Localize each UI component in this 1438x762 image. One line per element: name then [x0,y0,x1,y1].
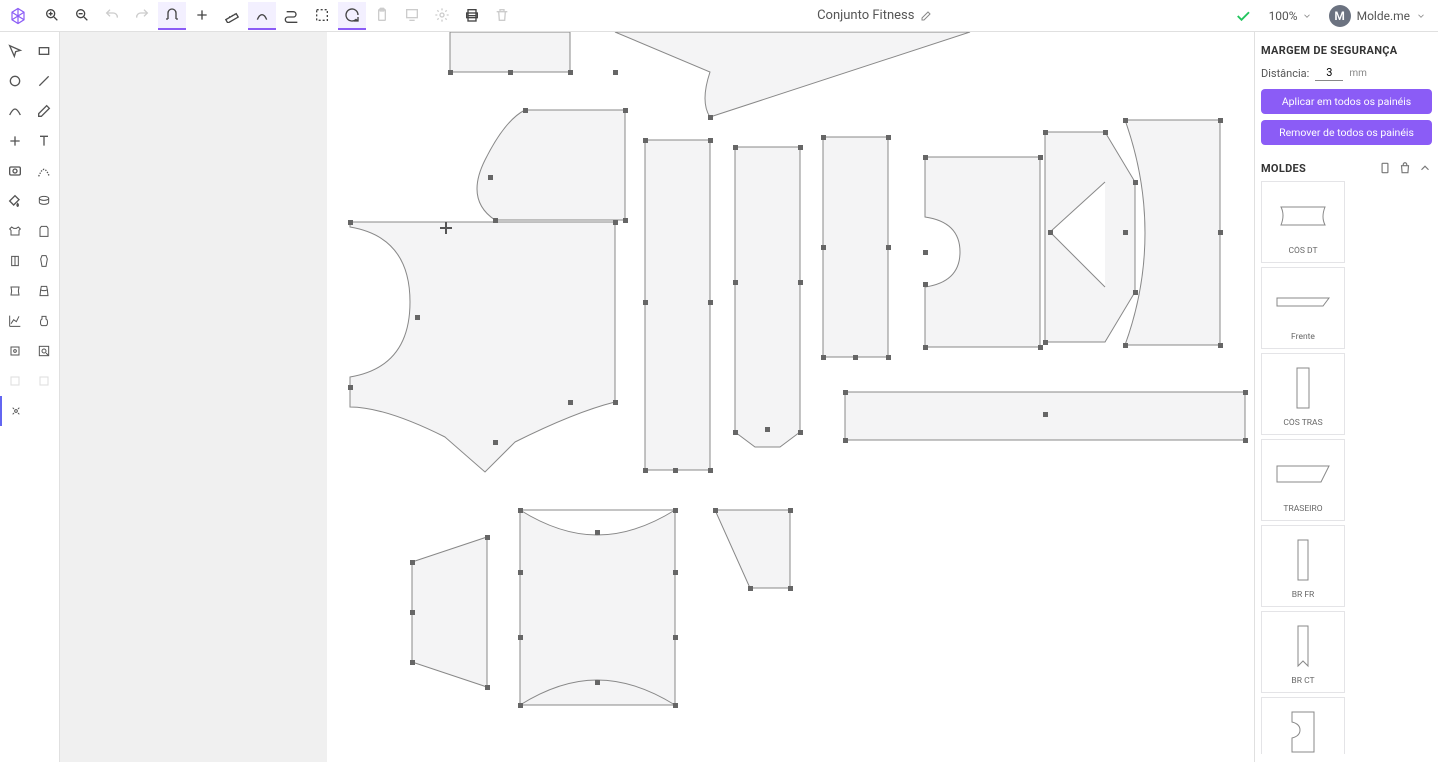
line-tool[interactable] [30,66,60,96]
chevron-down-icon [1302,11,1312,21]
garment-tool-6[interactable] [30,276,60,306]
curve-tool[interactable] [0,96,30,126]
undo-button[interactable] [98,2,126,30]
export-button[interactable] [398,2,426,30]
select-area-button[interactable] [308,2,336,30]
molde-card[interactable]: CÓS DT [1261,181,1345,263]
graph-tool[interactable] [0,306,30,336]
molde-card[interactable]: COSTAS [1261,697,1345,754]
molde-card[interactable]: BR FR [1261,525,1345,607]
document-title[interactable]: Conjunto Fitness [817,8,932,23]
text-tool[interactable] [30,126,60,156]
print-button[interactable] [458,2,486,30]
molde-card[interactable]: Frente [1261,267,1345,349]
garment-tool-8[interactable] [0,336,30,366]
rectangle-tool[interactable] [30,36,60,66]
molde-card[interactable]: BR CT [1261,611,1345,693]
molde-card[interactable]: TRASEIRO [1261,439,1345,521]
distance-label: Distância: [1261,67,1309,80]
snap-button[interactable] [158,2,186,30]
clipboard-button[interactable] [368,2,396,30]
top-toolbar: Conjunto Fitness 100% M Molde.me [0,0,1438,32]
garment-tool-5[interactable] [0,276,30,306]
user-name: Molde.me [1357,9,1410,23]
zoom-out-button[interactable] [68,2,96,30]
special-tool[interactable] [0,396,30,426]
saved-check-icon [1234,7,1252,25]
user-menu[interactable]: M Molde.me [1329,5,1426,27]
garment-tool-3[interactable] [0,246,30,276]
section-title-moldes: MOLDES [1261,162,1372,175]
patterns-layer [60,32,1254,762]
garment-tool-2[interactable] [30,216,60,246]
garment-tool-4[interactable] [30,246,60,276]
fill-tool[interactable] [0,186,30,216]
redo-button[interactable] [128,2,156,30]
zoom-select[interactable]: 100% [1262,6,1319,26]
app-logo [8,6,28,26]
edge-button[interactable] [248,2,276,30]
garment-tool-7[interactable] [30,306,60,336]
distance-input[interactable] [1315,65,1343,81]
apply-all-button[interactable]: Aplicar em todos os painéis [1261,89,1432,114]
ellipse-tool[interactable] [0,66,30,96]
delete-button[interactable] [488,2,516,30]
add-tool[interactable] [0,126,30,156]
image-tool[interactable] [0,156,30,186]
empty-tool-2 [30,366,60,396]
vector-tool[interactable] [30,156,60,186]
zoom-in-button[interactable] [38,2,66,30]
avatar: M [1329,5,1351,27]
moldes-collapse-icon[interactable] [1418,161,1432,175]
empty-tool-1 [0,366,30,396]
garment-tool-1[interactable] [0,216,30,246]
path-button[interactable] [278,2,306,30]
select-tool[interactable] [0,36,30,66]
cursor-crosshair [440,222,452,234]
refresh-button[interactable] [338,2,366,30]
right-panel: MARGEM DE SEGURANÇA Distância: mm Aplica… [1254,32,1438,762]
edit-icon [920,10,932,22]
ruler-button[interactable] [218,2,246,30]
ai-button[interactable] [428,2,456,30]
empty-tool-3 [30,396,59,426]
left-toolbar [0,32,60,762]
molde-card[interactable]: CÓS TRAS [1261,353,1345,435]
remove-all-button[interactable]: Remover de todos os painéis [1261,120,1432,145]
add-point-button[interactable] [188,2,216,30]
moldes-clipboard-icon[interactable] [1378,161,1392,175]
moldes-list: CÓS DT Frente CÓS TRAS TRASEIRO BR FR BR… [1261,181,1432,754]
pencil-tool[interactable] [30,96,60,126]
distance-unit: mm [1349,68,1367,79]
document-title-text: Conjunto Fitness [817,8,914,23]
inspect-tool[interactable] [30,336,60,366]
zoom-value: 100% [1269,9,1298,23]
chevron-down-icon [1416,11,1426,21]
section-title-margin: MARGEM DE SEGURANÇA [1261,44,1432,57]
moldes-bag-icon[interactable] [1398,161,1412,175]
piece-tool-1[interactable] [30,186,60,216]
canvas[interactable] [60,32,1254,762]
